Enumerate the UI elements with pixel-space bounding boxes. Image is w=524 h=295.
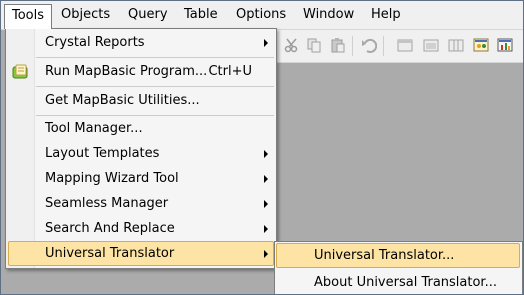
menu-window[interactable]: Window xyxy=(296,4,361,26)
paste-icon[interactable] xyxy=(330,37,346,53)
submenu-item-about-universal-translator[interactable]: About Universal Translator... xyxy=(275,270,522,294)
menu-item-seamless-manager[interactable]: Seamless Manager xyxy=(6,191,276,216)
mapbasic-program-icon xyxy=(12,64,28,79)
cut-icon[interactable] xyxy=(284,37,300,53)
universal-translator-submenu: Universal Translator... About Universal … xyxy=(274,241,523,294)
submenu-item-universal-translator[interactable]: Universal Translator... xyxy=(275,243,522,268)
menu-query[interactable]: Query xyxy=(121,4,175,26)
submenu-arrow-icon xyxy=(264,200,268,208)
menu-item-label: Tool Manager... xyxy=(45,121,143,136)
menu-separator xyxy=(36,86,274,87)
window-icon[interactable] xyxy=(397,37,413,53)
menu-item-get-mapbasic-utilities[interactable]: Get MapBasic Utilities... xyxy=(6,88,276,113)
menu-item-run-mapbasic-program[interactable]: Run MapBasic Program... Ctrl+U xyxy=(6,59,276,84)
map-window-icon[interactable] xyxy=(473,37,489,53)
menu-item-crystal-reports[interactable]: Crystal Reports xyxy=(6,30,276,55)
copy-icon[interactable] xyxy=(306,37,322,53)
toolbar-separator xyxy=(383,36,384,56)
menu-separator xyxy=(36,57,274,58)
layout-icon[interactable] xyxy=(423,37,439,53)
submenu-arrow-icon xyxy=(264,39,268,47)
tools-dropdown-menu: Crystal Reports Run MapBasic Program... … xyxy=(5,28,277,269)
menu-item-label: Crystal Reports xyxy=(45,35,145,50)
menu-tools[interactable]: Tools xyxy=(4,4,53,29)
submenu-arrow-icon xyxy=(264,250,268,258)
submenu-arrow-icon xyxy=(264,150,268,158)
menu-item-mapping-wizard-tool[interactable]: Mapping Wizard Tool xyxy=(6,166,276,191)
undo-icon[interactable] xyxy=(361,37,377,53)
graph-window-icon[interactable] xyxy=(497,37,513,53)
menu-item-label: Search And Replace xyxy=(45,221,175,236)
menu-item-label: Universal Translator... xyxy=(314,248,455,263)
menu-help[interactable]: Help xyxy=(364,4,408,26)
shortcut-label: Ctrl+U xyxy=(208,64,252,79)
menu-item-label: Seamless Manager xyxy=(45,196,169,211)
application-window: Tools Objects Query Table Options Window… xyxy=(0,0,524,295)
toolbar xyxy=(275,30,523,63)
browser-icon[interactable] xyxy=(448,37,464,53)
submenu-arrow-icon xyxy=(264,175,268,183)
menu-item-label: Get MapBasic Utilities... xyxy=(45,93,200,108)
submenu-arrow-icon xyxy=(264,225,268,233)
menu-item-label: About Universal Translator... xyxy=(314,275,497,290)
toolbar-separator xyxy=(352,36,353,56)
menu-item-search-and-replace[interactable]: Search And Replace xyxy=(6,216,276,241)
menu-bar: Tools Objects Query Table Options Window… xyxy=(1,1,523,30)
menu-item-layout-templates[interactable]: Layout Templates xyxy=(6,141,276,166)
menu-item-label: Run MapBasic Program... xyxy=(45,64,208,79)
menu-table[interactable]: Table xyxy=(177,4,225,26)
menu-objects[interactable]: Objects xyxy=(54,4,117,26)
menu-item-label: Layout Templates xyxy=(45,146,160,161)
menu-item-universal-translator[interactable]: Universal Translator xyxy=(6,241,276,266)
menu-item-label: Universal Translator xyxy=(45,246,175,261)
menu-item-label: Mapping Wizard Tool xyxy=(45,171,179,186)
menu-item-tool-manager[interactable]: Tool Manager... xyxy=(6,116,276,141)
menu-options[interactable]: Options xyxy=(229,4,293,26)
